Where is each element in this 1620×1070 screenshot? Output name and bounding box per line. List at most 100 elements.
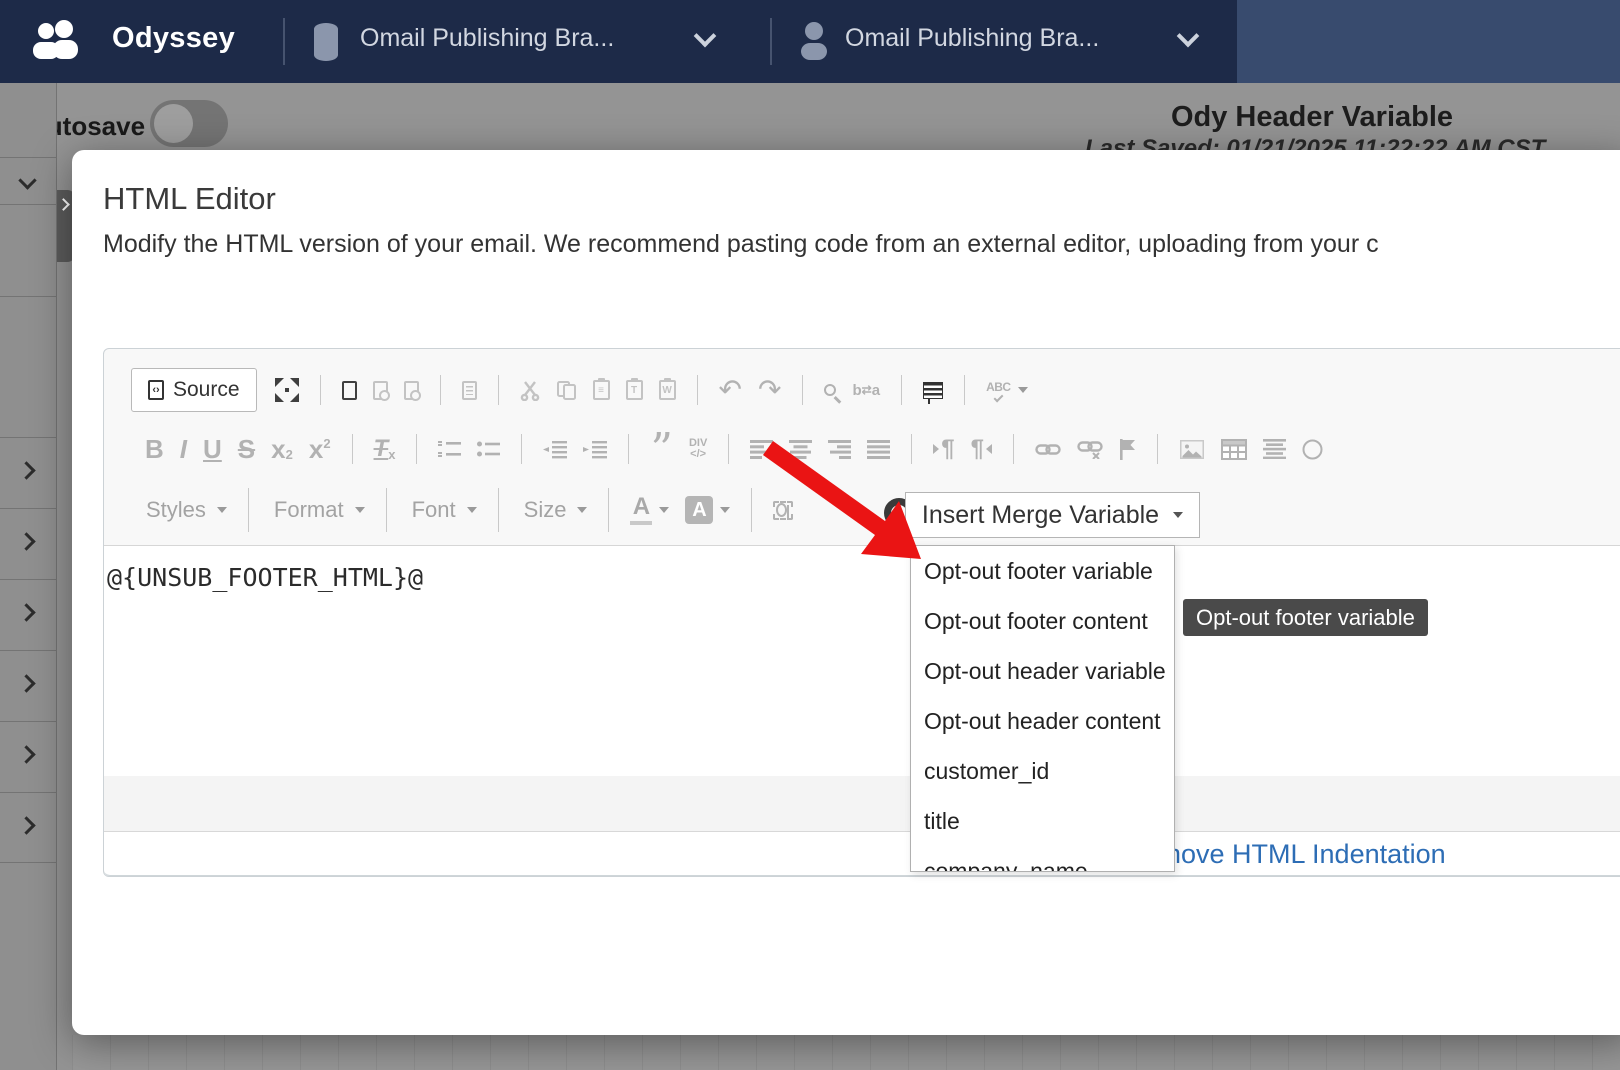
spellcheck-icon[interactable]: ABC [986, 380, 1028, 400]
print-icon[interactable] [462, 381, 477, 400]
menu-item-opt-out-footer-content[interactable]: Opt-out footer content [911, 596, 1174, 646]
source-button[interactable]: ‹› Source [131, 368, 257, 412]
find-icon[interactable] [824, 384, 836, 396]
table-icon[interactable] [1221, 439, 1247, 460]
div-container-icon[interactable]: DIV</> [689, 438, 707, 460]
modal-title: HTML Editor [103, 181, 276, 217]
sidebar-section-toggle[interactable] [0, 437, 57, 508]
menu-item-opt-out-header-variable[interactable]: Opt-out header variable [911, 646, 1174, 696]
sidebar-divider [0, 296, 57, 297]
toolbar-row-1: ‹› Source ≡ T [104, 361, 1620, 419]
nav-divider [770, 18, 772, 65]
strikethrough-icon[interactable]: S [238, 434, 255, 465]
paste-from-word-icon[interactable]: W [659, 380, 676, 400]
paste-as-text-icon[interactable]: T [626, 380, 643, 400]
source-editing-area[interactable]: @{UNSUB_FOOTER_HTML}@ [104, 546, 1620, 776]
nav-right-section [1237, 0, 1620, 83]
remove-format-icon[interactable]: Tx [374, 435, 396, 463]
people-icon [30, 20, 80, 67]
menu-item-company-name[interactable]: company_name [911, 846, 1174, 872]
size-dropdown[interactable]: Size [520, 497, 588, 523]
collapsed-sidebar [0, 83, 57, 1070]
source-label: Source [173, 378, 240, 402]
menu-item-customer-id[interactable]: customer_id [911, 746, 1174, 796]
paste-icon[interactable]: ≡ [593, 380, 610, 400]
decrease-indent-icon[interactable] [543, 440, 567, 459]
chevron-right-icon [17, 532, 35, 550]
font-dropdown[interactable]: Font [408, 497, 477, 523]
sidebar-chevron-down-icon[interactable] [18, 171, 36, 189]
redo-icon[interactable]: ↷ [758, 376, 781, 404]
increase-indent-icon[interactable] [583, 440, 607, 459]
autosave-toggle[interactable] [150, 100, 228, 147]
bulleted-list-icon[interactable] [477, 440, 500, 459]
sidebar-section-toggle[interactable] [0, 579, 57, 650]
page-break-icon[interactable] [1263, 439, 1286, 459]
background-color-button[interactable]: A [685, 496, 730, 524]
database-icon [312, 22, 340, 67]
modal-description: Modify the HTML version of your email. W… [103, 230, 1379, 259]
link-icon[interactable] [1035, 442, 1061, 457]
image-icon[interactable] [1179, 439, 1205, 460]
source-icon: ‹› [148, 380, 164, 400]
undo-icon[interactable]: ↶ [719, 376, 742, 404]
top-nav-bar: Odyssey Omail Publishing Bra... Omail Pu… [0, 0, 1620, 83]
superscript-icon[interactable]: x2 [309, 434, 331, 465]
editor-status-bar [104, 776, 1620, 832]
italic-icon[interactable]: I [180, 434, 187, 465]
blockquote-icon[interactable]: ” [650, 439, 673, 459]
spellcheck-caret-icon [1018, 387, 1028, 393]
unlink-icon[interactable] [1077, 440, 1103, 459]
select-all-icon[interactable] [923, 382, 943, 399]
preview-icon[interactable] [404, 381, 419, 400]
red-annotation-arrow [740, 430, 940, 575]
templates-icon[interactable] [373, 381, 388, 400]
dimmed-table-grid [72, 1035, 1620, 1070]
nav-divider [283, 18, 285, 65]
anchor-flag-icon[interactable] [1119, 439, 1136, 460]
subscript-icon[interactable]: x2 [271, 434, 293, 465]
editor-content-text: @{UNSUB_FOOTER_HTML}@ [107, 563, 423, 592]
replace-icon[interactable]: b⇄a [852, 382, 880, 399]
menu-item-opt-out-footer-variable[interactable]: Opt-out footer variable [911, 546, 1174, 596]
chevron-right-icon [17, 603, 35, 621]
account-chevron-down-icon[interactable] [1177, 25, 1200, 48]
sidebar-section-toggle[interactable] [0, 721, 57, 792]
app-brand: Odyssey [112, 22, 235, 55]
workspace-menu[interactable]: Omail Publishing Bra... [360, 24, 614, 53]
account-menu[interactable]: Omail Publishing Bra... [845, 24, 1099, 53]
toggle-knob [154, 104, 193, 143]
smiley-icon[interactable] [1302, 439, 1323, 460]
sidebar-section-toggle[interactable] [0, 792, 57, 863]
new-page-icon[interactable] [342, 381, 357, 400]
styles-dropdown[interactable]: Styles [142, 497, 227, 523]
sidebar-divider [0, 157, 57, 158]
html-editor-modal: HTML Editor Modify the HTML version of y… [72, 150, 1620, 1035]
maximize-icon[interactable] [275, 378, 299, 402]
sidebar-section-toggle[interactable] [0, 508, 57, 579]
underline-icon[interactable]: U [203, 434, 222, 465]
editor-footer-row: Remove HTML Indentation [104, 832, 1620, 876]
merge-variable-menu: Opt-out footer variable Opt-out footer c… [910, 545, 1175, 872]
chevron-right-icon [57, 198, 70, 211]
text-color-button[interactable]: A [630, 495, 669, 525]
chevron-right-icon [17, 674, 35, 692]
bold-icon[interactable]: B [145, 434, 164, 465]
menu-item-opt-out-header-content[interactable]: Opt-out header content [911, 696, 1174, 746]
sidebar-divider [0, 204, 57, 205]
numbered-list-icon[interactable] [438, 440, 461, 459]
cut-icon[interactable] [520, 380, 540, 401]
chevron-right-icon [17, 816, 35, 834]
merge-button-label: Insert Merge Variable [922, 501, 1159, 530]
copy-icon[interactable] [556, 380, 577, 401]
merge-caret-icon [1173, 512, 1183, 518]
insert-merge-variable-button[interactable]: Insert Merge Variable [905, 492, 1200, 538]
tooltip: Opt-out footer variable [1183, 599, 1428, 636]
menu-item-title[interactable]: title [911, 796, 1174, 846]
sidebar-section-toggle[interactable] [0, 650, 57, 721]
chevron-right-icon [17, 461, 35, 479]
format-dropdown[interactable]: Format [270, 497, 365, 523]
chevron-right-icon [17, 745, 35, 763]
workspace-chevron-down-icon[interactable] [694, 25, 717, 48]
text-direction-rtl-icon[interactable]: ¶ [971, 435, 992, 463]
